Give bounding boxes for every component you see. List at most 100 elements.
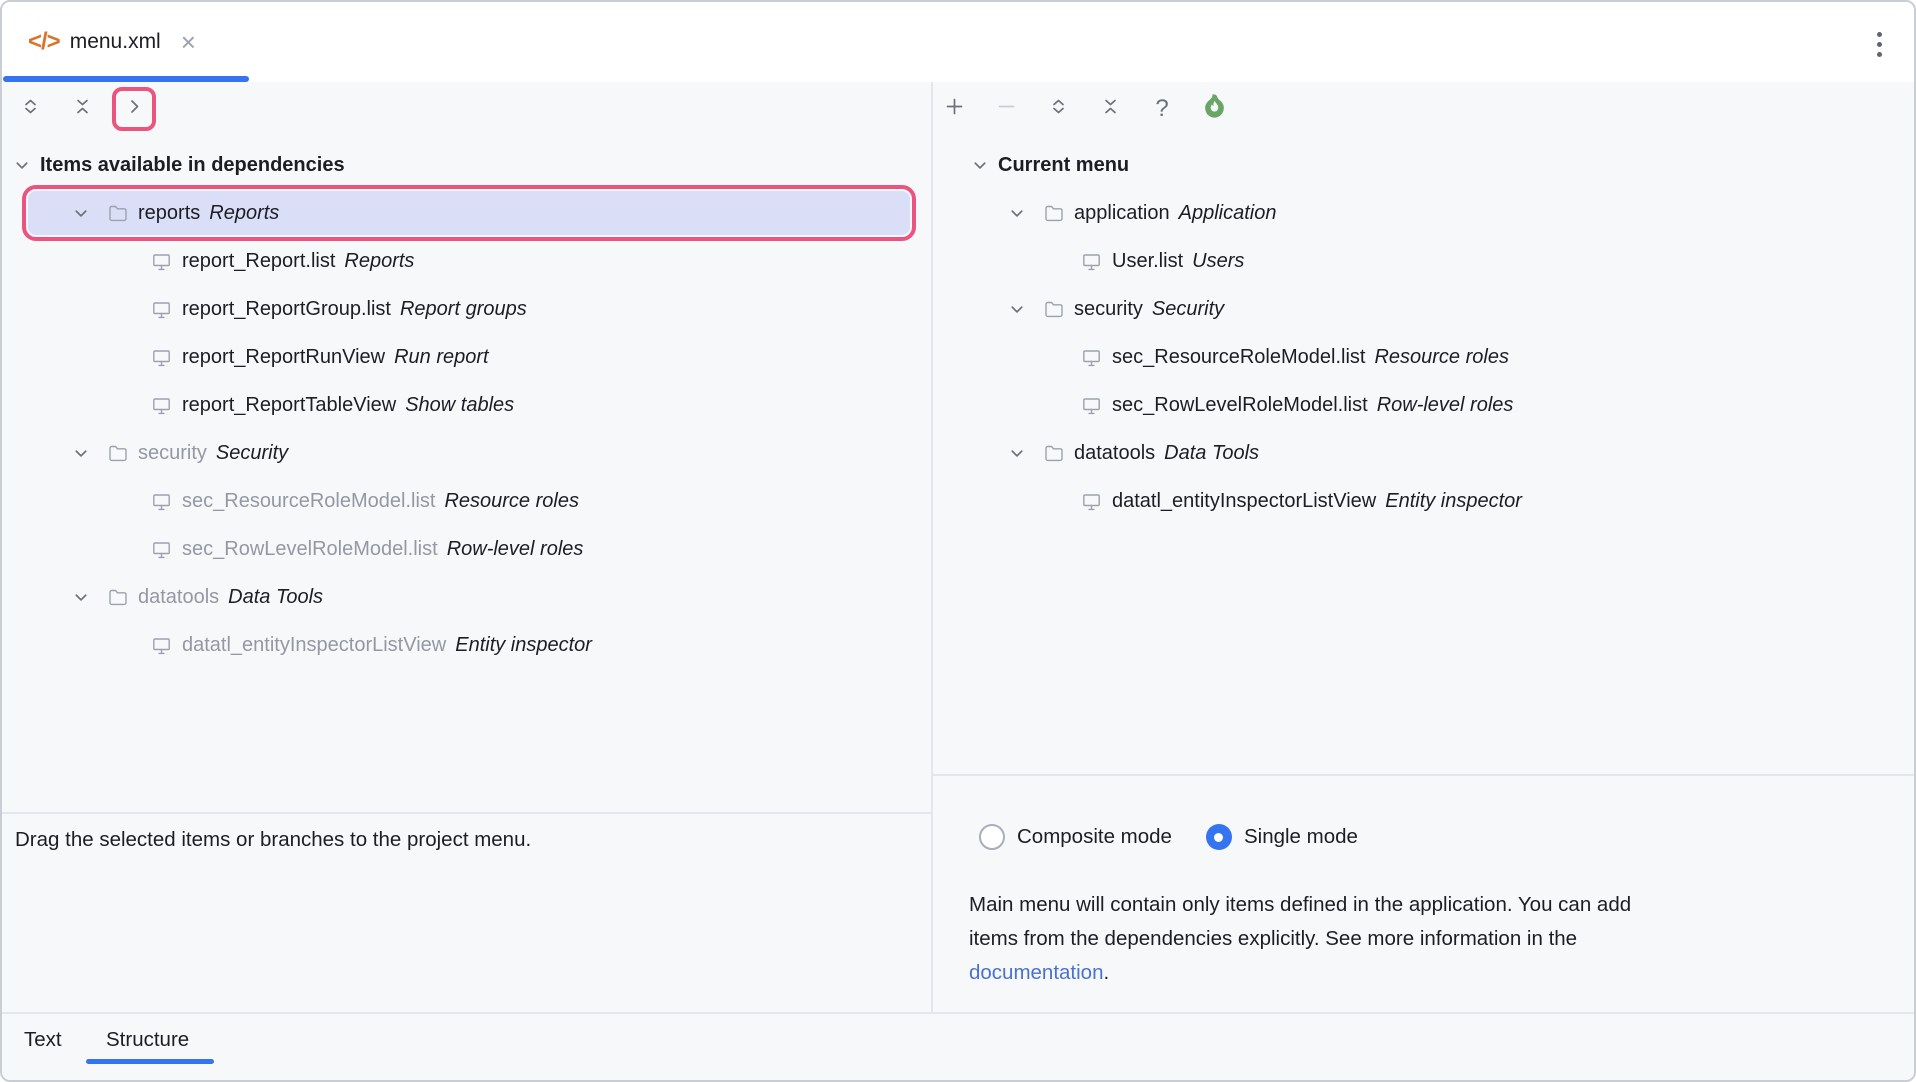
tree-item-sec_RowLevelRoleModel.list[interactable]: sec_RowLevelRoleModel.list Row-level role… <box>932 381 1916 429</box>
remove-button[interactable] <box>988 91 1024 127</box>
item-id: report_ReportRunView <box>182 346 385 369</box>
folder-icon <box>105 585 129 609</box>
collapse-all-icon <box>1100 96 1121 122</box>
mode-label[interactable]: Composite mode <box>1017 825 1172 849</box>
flame-icon <box>1201 93 1228 125</box>
collapse-all-button[interactable] <box>1092 91 1128 127</box>
tree-item-User.list[interactable]: User.list Users <box>932 237 1916 285</box>
item-id: reports <box>138 202 200 225</box>
left-panel-divider <box>2 812 931 814</box>
view-icon <box>1079 489 1103 513</box>
help-button[interactable]: ? <box>1144 91 1180 127</box>
tree-item-reports[interactable]: reports Reports <box>28 191 910 235</box>
more-options-icon[interactable] <box>1864 24 1894 64</box>
tree-item-report_ReportGroup.list[interactable]: report_ReportGroup.listReport groups <box>2 285 931 333</box>
tree-item-report_ReportRunView[interactable]: report_ReportRunViewRun report <box>2 333 931 381</box>
jmix-hot-deploy-button[interactable] <box>1196 91 1232 127</box>
collapse-all-button[interactable] <box>64 91 100 127</box>
item-id: User.list <box>1112 250 1183 273</box>
item-caption: Data Tools <box>1164 442 1259 465</box>
tree-item-datatools[interactable]: datatoolsData Tools <box>2 573 931 621</box>
move-to-menu-button[interactable] <box>112 87 156 131</box>
expand-all-icon <box>1048 96 1069 122</box>
folder-icon <box>105 201 129 225</box>
item-caption: Entity inspector <box>1385 490 1522 513</box>
view-icon <box>149 489 173 513</box>
tree-item-datatools[interactable]: datatools Data Tools <box>932 429 1916 477</box>
current-menu-toolbar: ? <box>936 91 1232 127</box>
expand-all-button[interactable] <box>1040 91 1076 127</box>
item-caption: Security <box>1152 298 1224 321</box>
chevron-down-icon[interactable] <box>12 155 32 175</box>
folder-icon <box>1041 201 1065 225</box>
item-caption: Users <box>1192 250 1244 273</box>
item-id: report_ReportGroup.list <box>182 298 391 321</box>
mode-single[interactable]: Single mode <box>1206 824 1358 850</box>
item-id: report_Report.list <box>182 250 335 273</box>
tree-header[interactable]: Items available in dependencies <box>2 141 931 189</box>
chevron-down-icon[interactable] <box>71 587 91 607</box>
description-line-1: Main menu will contain only items define… <box>969 888 1884 922</box>
chevron-down-icon[interactable] <box>1007 299 1027 319</box>
tab-text[interactable]: Text <box>24 1028 62 1052</box>
view-icon <box>1079 345 1103 369</box>
item-id: sec_RowLevelRoleModel.list <box>182 538 438 561</box>
collapse-all-icon <box>72 96 93 122</box>
view-icon <box>149 393 173 417</box>
mode-composite[interactable]: Composite mode <box>979 824 1172 850</box>
tree-item-application[interactable]: applicationApplication <box>932 189 1916 237</box>
tree-item-sec_RowLevelRoleModel.list[interactable]: sec_RowLevelRoleModel.list Row-level role… <box>2 525 931 573</box>
editor-mode-tabbar: Text Structure <box>2 1012 1914 1080</box>
chevron-down-icon[interactable] <box>1007 443 1027 463</box>
tree-item-sec_ResourceRoleModel.list[interactable]: sec_ResourceRoleModel.listResource roles <box>932 333 1916 381</box>
chevron-down-icon[interactable] <box>970 155 990 175</box>
chevron-down-icon[interactable] <box>71 443 91 463</box>
editor-tab-menu-xml[interactable]: </> menu.xml × <box>2 2 196 82</box>
chevron-down-icon[interactable] <box>71 203 91 223</box>
item-caption: Resource roles <box>444 490 579 513</box>
item-id: security <box>1074 298 1143 321</box>
tree-item-security[interactable]: security Security <box>932 285 1916 333</box>
tree-item-report_ReportTableView[interactable]: report_ReportTableViewShow tables <box>2 381 931 429</box>
add-button[interactable] <box>936 91 972 127</box>
chevron-down-icon[interactable] <box>1007 203 1027 223</box>
tree-item-security[interactable]: securitySecurity <box>2 429 931 477</box>
dependencies-tree: Items available in dependencies reports Re… <box>2 141 931 669</box>
right-panel-divider <box>933 774 1914 776</box>
documentation-link[interactable]: documentation <box>969 961 1103 984</box>
view-icon <box>149 345 173 369</box>
item-id: security <box>138 442 207 465</box>
item-caption: Row-level roles <box>447 538 584 561</box>
tree-item-sec_ResourceRoleModel.list[interactable]: sec_ResourceRoleModel.listResource roles <box>2 477 931 525</box>
view-icon <box>1079 393 1103 417</box>
tab-structure[interactable]: Structure <box>106 1028 189 1052</box>
mode-label[interactable]: Single mode <box>1244 825 1358 849</box>
item-caption: Show tables <box>405 394 514 417</box>
item-caption: Resource roles <box>1374 346 1509 369</box>
close-tab-icon[interactable]: × <box>181 32 196 52</box>
item-id: sec_RowLevelRoleModel.list <box>1112 394 1368 417</box>
view-icon <box>149 537 173 561</box>
item-caption: Data Tools <box>228 586 323 609</box>
expand-all-button[interactable] <box>12 91 48 127</box>
tree-item-report_Report.list[interactable]: report_Report.listReports <box>2 237 931 285</box>
item-caption: Application <box>1179 202 1277 225</box>
view-icon <box>149 249 173 273</box>
item-caption: Row-level roles <box>1377 394 1514 417</box>
view-icon <box>149 297 173 321</box>
view-icon <box>149 633 173 657</box>
tab-title: menu.xml <box>70 30 161 54</box>
radio-selected-icon[interactable] <box>1206 824 1232 850</box>
item-caption: Reports <box>209 202 279 225</box>
tree-header[interactable]: Current menu <box>932 141 1916 189</box>
view-icon <box>1079 249 1103 273</box>
tree-item-datatl_entityInspectorListView[interactable]: datatl_entityInspectorListViewEntity ins… <box>932 477 1916 525</box>
expand-all-icon <box>20 96 41 122</box>
item-id: datatools <box>1074 442 1155 465</box>
tree-item-datatl_entityInspectorListView[interactable]: datatl_entityInspectorListViewEntity ins… <box>2 621 931 669</box>
folder-icon <box>105 441 129 465</box>
active-bottom-tab-indicator <box>86 1059 214 1064</box>
radio-unselected-icon[interactable] <box>979 824 1005 850</box>
tree-header-label: Current menu <box>998 154 1129 177</box>
current-menu-tree: Current menuapplicationApplicationUser.l… <box>932 141 1916 525</box>
